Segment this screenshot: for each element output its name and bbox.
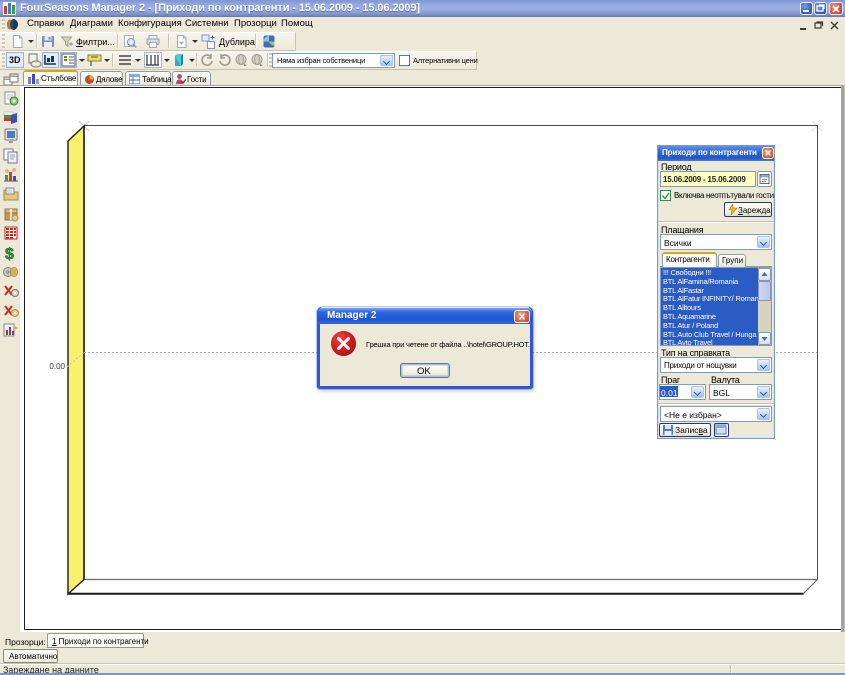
svg-text:0.00: 0.00 (49, 362, 65, 371)
